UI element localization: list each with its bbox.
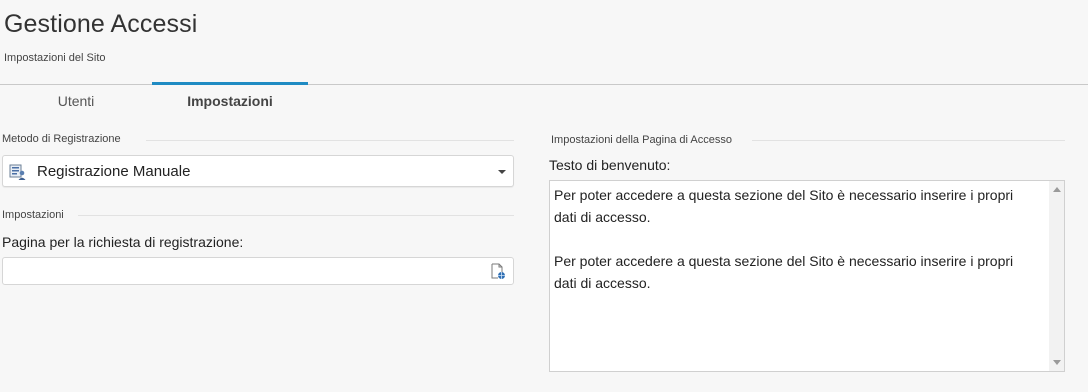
scroll-down-icon[interactable] xyxy=(1053,360,1061,365)
registration-page-input[interactable] xyxy=(7,259,481,285)
scroll-up-icon[interactable] xyxy=(1053,187,1061,192)
tab-bar: Utenti Impostazioni xyxy=(0,82,1088,118)
section-divider xyxy=(752,140,1065,141)
welcome-text-label: Testo di benvenuto: xyxy=(549,157,671,173)
registration-page-label: Pagina per la richiesta di registrazione… xyxy=(2,234,244,250)
page-link-icon[interactable] xyxy=(490,263,506,280)
registration-method-select[interactable]: Registrazione Manuale xyxy=(2,155,514,187)
section-divider xyxy=(78,215,514,216)
settings-section-label: Impostazioni xyxy=(2,209,64,221)
access-page-section-label: Impostazioni della Pagina di Accesso xyxy=(551,134,732,146)
welcome-text-area[interactable]: Per poter accedere a questa sezione del … xyxy=(549,180,1065,372)
registration-method-section-label: Metodo di Registrazione xyxy=(2,133,121,145)
user-list-icon xyxy=(9,163,27,181)
textarea-scrollbar[interactable] xyxy=(1049,181,1064,371)
tab-impostazioni[interactable]: Impostazioni xyxy=(152,82,308,118)
section-divider xyxy=(146,140,514,141)
page-subtitle: Impostazioni del Sito xyxy=(4,52,106,64)
page-title: Gestione Accessi xyxy=(4,10,198,38)
tab-utenti[interactable]: Utenti xyxy=(0,84,152,118)
welcome-text-content[interactable]: Per poter accedere a questa sezione del … xyxy=(554,184,1038,294)
chevron-down-icon[interactable] xyxy=(498,170,506,174)
page-header: Gestione Accessi Impostazioni del Sito xyxy=(0,0,1088,85)
registration-method-value: Registrazione Manuale xyxy=(37,163,191,180)
registration-page-field[interactable] xyxy=(2,257,514,285)
